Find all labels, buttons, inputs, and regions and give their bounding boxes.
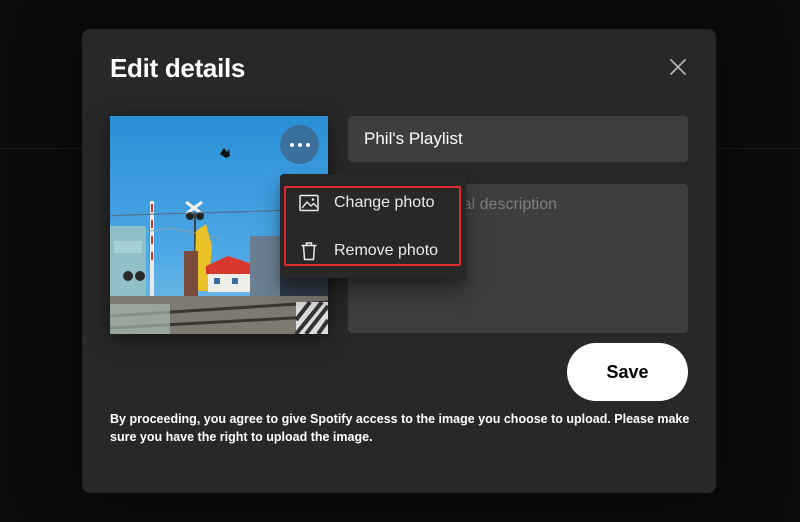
image-icon	[298, 194, 320, 212]
menu-item-remove-photo[interactable]: Remove photo	[280, 229, 466, 273]
menu-item-change-photo[interactable]: Change photo	[280, 181, 466, 225]
disclaimer-text: By proceeding, you agree to give Spotify…	[110, 412, 690, 444]
close-button[interactable]	[662, 51, 694, 83]
playlist-name-input[interactable]	[348, 116, 688, 162]
more-options-button[interactable]	[280, 125, 319, 164]
close-icon	[670, 59, 686, 75]
remove-photo-label: Remove photo	[334, 242, 439, 259]
photo-context-menu: Change photo Remove photo	[280, 174, 466, 278]
more-horizontal-icon	[289, 142, 310, 147]
trash-icon	[298, 241, 320, 261]
save-button[interactable]: Save	[567, 343, 688, 401]
change-photo-label: Change photo	[334, 194, 435, 211]
edit-details-dialog: Edit details Phil's Playlist Add an opti…	[82, 29, 716, 493]
dialog-title: Edit details	[110, 53, 246, 83]
